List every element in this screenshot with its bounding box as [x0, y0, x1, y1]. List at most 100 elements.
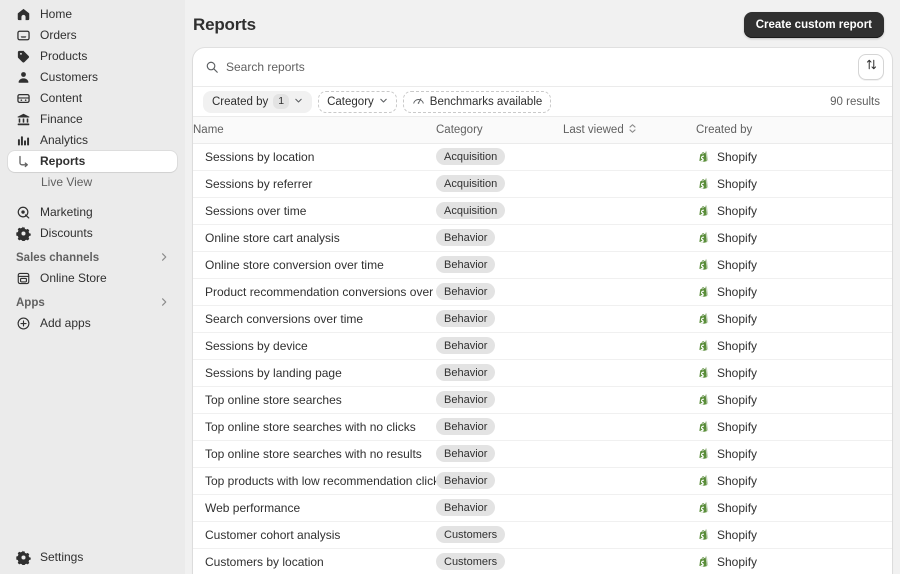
filter-created-by[interactable]: Created by 1 — [203, 90, 313, 113]
sidebar: Home Orders Products Customers Content F… — [0, 0, 185, 574]
table-row[interactable]: Sessions by referrer Acquisition Shopify — [193, 170, 892, 198]
cell-name[interactable]: Online store conversion over time — [193, 251, 436, 279]
filter-count-badge: 1 — [273, 94, 290, 109]
report-name: Sessions by location — [205, 149, 315, 164]
table-row[interactable]: Customer cohort analysis Customers Shopi… — [193, 521, 892, 549]
sidebar-item-live-view[interactable]: Live View — [8, 172, 177, 193]
table-row[interactable]: Customers by location Customers Shopify — [193, 548, 892, 574]
search-box[interactable] — [193, 60, 858, 74]
sidebar-item-finance[interactable]: Finance — [8, 109, 177, 130]
chevron-right-icon[interactable] — [159, 297, 169, 310]
sidebar-item-customers[interactable]: Customers — [8, 67, 177, 88]
cell-name[interactable]: Sessions by location — [193, 143, 436, 171]
report-name: Sessions over time — [205, 203, 307, 218]
table-row[interactable]: Online store cart analysis Behavior Shop… — [193, 224, 892, 252]
search-input[interactable] — [226, 60, 858, 74]
sidebar-item-label: Products — [40, 49, 88, 63]
table-row[interactable]: Top products with low recommendation cli… — [193, 467, 892, 495]
search-row — [193, 48, 892, 87]
cell-created-by: Shopify — [696, 359, 892, 387]
created-by-value: Shopify — [717, 419, 758, 434]
column-header-last-viewed[interactable]: Last viewed — [563, 117, 696, 144]
sidebar-item-content[interactable]: Content — [8, 88, 177, 109]
plus-circle-icon — [16, 316, 31, 331]
cell-name[interactable]: Sessions by landing page — [193, 359, 436, 387]
shopify-bag-icon — [696, 501, 710, 515]
cell-name[interactable]: Search conversions over time — [193, 305, 436, 333]
column-header-category[interactable]: Category — [436, 117, 563, 144]
cell-name[interactable]: Web performance — [193, 494, 436, 522]
sidebar-item-reports[interactable]: Reports — [8, 151, 177, 172]
cell-name[interactable]: Sessions over time — [193, 197, 436, 225]
section-label: Sales channels — [16, 252, 100, 264]
table-row[interactable]: Top online store searches with no result… — [193, 440, 892, 468]
chevron-right-icon[interactable] — [159, 252, 169, 265]
sidebar-item-discounts[interactable]: Discounts — [8, 223, 177, 244]
create-custom-report-button[interactable]: Create custom report — [743, 12, 884, 38]
sidebar-item-online-store[interactable]: Online Store — [8, 268, 177, 289]
analytics-bars-icon — [16, 133, 31, 148]
table-row[interactable]: Product recommendation conversions over … — [193, 278, 892, 306]
sidebar-section-apps[interactable]: Apps — [0, 293, 185, 313]
category-badge: Behavior — [436, 310, 496, 327]
customers-person-icon — [16, 70, 31, 85]
table-row[interactable]: Sessions by device Behavior Shopify — [193, 332, 892, 360]
cell-name[interactable]: Customer cohort analysis — [193, 521, 436, 549]
sidebar-item-analytics[interactable]: Analytics — [8, 130, 177, 151]
cell-category: Acquisition — [436, 197, 563, 225]
cell-category: Behavior — [436, 359, 563, 387]
created-by-value: Shopify — [717, 338, 758, 353]
cell-name[interactable]: Sessions by device — [193, 332, 436, 360]
table-row[interactable]: Top online store searches Behavior Shopi… — [193, 386, 892, 414]
table-row[interactable]: Top online store searches with no clicks… — [193, 413, 892, 441]
cell-created-by: Shopify — [696, 521, 892, 549]
category-badge: Behavior — [436, 364, 496, 381]
sidebar-item-orders[interactable]: Orders — [8, 25, 177, 46]
sort-button[interactable] — [858, 54, 884, 80]
cell-last-viewed — [563, 278, 696, 306]
cell-created-by: Shopify — [696, 278, 892, 306]
created-by-value: Shopify — [717, 473, 758, 488]
cell-name[interactable]: Top online store searches with no result… — [193, 440, 436, 468]
page-title: Reports — [193, 15, 256, 34]
cell-created-by: Shopify — [696, 467, 892, 495]
table-row[interactable]: Sessions by landing page Behavior Shopif… — [193, 359, 892, 387]
cell-name[interactable]: Online store cart analysis — [193, 224, 436, 252]
filter-category[interactable]: Category — [318, 90, 397, 113]
table-row[interactable]: Web performance Behavior Shopify — [193, 494, 892, 522]
cell-name[interactable]: Product recommendation conversions over … — [193, 278, 436, 306]
cell-name[interactable]: Customers by location — [193, 548, 436, 574]
report-name: Online store cart analysis — [205, 230, 340, 245]
cell-name[interactable]: Top online store searches with no clicks — [193, 413, 436, 441]
created-by-value: Shopify — [717, 149, 758, 164]
cell-category: Behavior — [436, 305, 563, 333]
shopify-bag-icon — [696, 231, 710, 245]
table-row[interactable]: Online store conversion over time Behavi… — [193, 251, 892, 279]
report-name: Top products with low recommendation cli… — [205, 473, 436, 488]
shopify-bag-icon — [696, 420, 710, 434]
sidebar-item-add-apps[interactable]: Add apps — [8, 313, 177, 334]
table-row[interactable]: Search conversions over time Behavior Sh… — [193, 305, 892, 333]
column-header-name[interactable]: Name — [193, 117, 436, 144]
cell-name[interactable]: Top online store searches — [193, 386, 436, 414]
sidebar-item-home[interactable]: Home — [8, 4, 177, 25]
column-header-created-by[interactable]: Created by — [696, 117, 892, 144]
sidebar-item-label: Orders — [40, 28, 77, 42]
sidebar-item-products[interactable]: Products — [8, 46, 177, 67]
created-by-value: Shopify — [717, 554, 758, 569]
cell-name[interactable]: Top products with low recommendation cli… — [193, 467, 436, 495]
table-row[interactable]: Sessions by location Acquisition Shopify — [193, 143, 892, 171]
sidebar-item-marketing[interactable]: Marketing — [8, 202, 177, 223]
sort-arrows-icon — [865, 58, 878, 76]
cell-name[interactable]: Sessions by referrer — [193, 170, 436, 198]
sidebar-section-sales-channels[interactable]: Sales channels — [0, 248, 185, 268]
column-label: Last viewed — [563, 123, 624, 136]
sort-updown-icon[interactable] — [628, 123, 637, 137]
content-icon — [16, 91, 31, 106]
filter-benchmarks-available[interactable]: Benchmarks available — [402, 90, 552, 113]
shopify-bag-icon — [696, 447, 710, 461]
category-badge: Customers — [436, 526, 506, 543]
sidebar-item-settings[interactable]: Settings — [8, 547, 177, 568]
table-row[interactable]: Sessions over time Acquisition Shopify — [193, 197, 892, 225]
